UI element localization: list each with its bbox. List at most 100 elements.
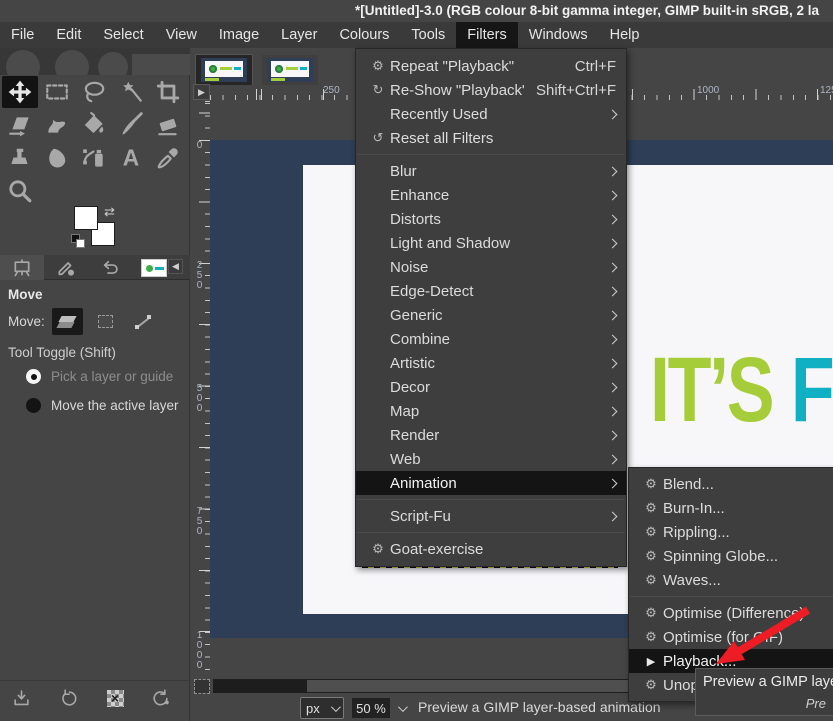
menu-item-reshow[interactable]: ↻ Re-Show "Playback" Shift+Ctrl+F bbox=[356, 78, 626, 102]
move-mode-label: Move: bbox=[8, 314, 45, 329]
zoom-dropdown-button[interactable] bbox=[391, 698, 411, 718]
menu-item-map[interactable]: Map bbox=[356, 399, 626, 423]
menu-item-label: Noise bbox=[390, 259, 601, 276]
menu-separator bbox=[630, 596, 833, 597]
tab-undo-history[interactable] bbox=[88, 255, 132, 280]
warp-transform-tool-button[interactable] bbox=[39, 109, 75, 141]
submenu-item-spinning-globe[interactable]: ⚙Spinning Globe... bbox=[629, 544, 833, 568]
save-icon bbox=[12, 689, 31, 708]
menu-item-decor[interactable]: Decor bbox=[356, 375, 626, 399]
menu-edit[interactable]: Edit bbox=[45, 22, 92, 48]
zoom-level-field[interactable]: 50 % bbox=[352, 698, 390, 718]
move-layer-mode-button[interactable] bbox=[52, 308, 83, 335]
gimp-window: *[Untitled]-3.0 (RGB colour 8-bit gamma … bbox=[0, 0, 833, 721]
menu-item-reset-all-filters[interactable]: ↺ Reset all Filters bbox=[356, 126, 626, 150]
menu-layer[interactable]: Layer bbox=[270, 22, 328, 48]
submenu-item-burn-in[interactable]: ⚙Burn-In... bbox=[629, 496, 833, 520]
menu-filters[interactable]: Filters bbox=[456, 22, 517, 48]
ruler-corner-button[interactable]: ▶ bbox=[193, 84, 210, 100]
move-selection-mode-button[interactable] bbox=[90, 308, 121, 335]
move-icon bbox=[7, 79, 33, 105]
menu-view[interactable]: View bbox=[155, 22, 208, 48]
menu-item-noise[interactable]: Noise bbox=[356, 255, 626, 279]
menu-item-recently-used[interactable]: Recently Used bbox=[356, 102, 626, 126]
save-tool-preset-button[interactable] bbox=[10, 687, 32, 709]
move-tool-button[interactable] bbox=[2, 76, 38, 108]
submenu-chevron-icon bbox=[608, 382, 618, 392]
menu-item-script-fu[interactable]: Script-Fu bbox=[356, 504, 626, 528]
menu-item-repeat[interactable]: ⚙ Repeat "Playback" Ctrl+F bbox=[356, 54, 626, 78]
menu-item-web[interactable]: Web bbox=[356, 447, 626, 471]
wilber-drag-area[interactable] bbox=[0, 48, 190, 75]
tool-options-panel: Move Move: Tool Toggle (Shift) bbox=[0, 281, 189, 420]
menu-help[interactable]: Help bbox=[599, 22, 651, 48]
vertical-ruler[interactable]: 0 250 500 750 1000 bbox=[193, 100, 210, 680]
menu-file[interactable]: File bbox=[0, 22, 45, 48]
default-colours-icon[interactable] bbox=[71, 234, 87, 250]
airbrush-icon bbox=[81, 145, 107, 171]
radio-selected-icon bbox=[26, 369, 41, 384]
airbrush-tool-button[interactable] bbox=[76, 142, 112, 174]
clone-tool-button[interactable] bbox=[2, 142, 38, 174]
menu-item-edge-detect[interactable]: Edge-Detect bbox=[356, 279, 626, 303]
menu-item-generic[interactable]: Generic bbox=[356, 303, 626, 327]
menu-item-label: Animation bbox=[390, 475, 601, 492]
gears-icon: ⚙ bbox=[639, 605, 663, 621]
colour-picker-tool-button[interactable] bbox=[150, 142, 186, 174]
submenu-item-waves[interactable]: ⚙Waves... bbox=[629, 568, 833, 592]
text-tool-button[interactable]: A bbox=[113, 142, 149, 174]
menu-item-animation[interactable]: Animation bbox=[356, 471, 626, 495]
zoom-tool-button[interactable] bbox=[2, 175, 38, 207]
quick-mask-toggle[interactable] bbox=[194, 679, 210, 694]
menu-item-distorts[interactable]: Distorts bbox=[356, 207, 626, 231]
rectangle-select-tool-button[interactable] bbox=[39, 76, 75, 108]
submenu-item-blend[interactable]: ⚙Blend... bbox=[629, 472, 833, 496]
menu-tools[interactable]: Tools bbox=[400, 22, 456, 48]
move-path-mode-button[interactable] bbox=[128, 308, 159, 335]
submenu-item-rippling[interactable]: ⚙Rippling... bbox=[629, 520, 833, 544]
foreground-colour-swatch[interactable] bbox=[74, 206, 98, 230]
eraser-tool-button[interactable] bbox=[150, 109, 186, 141]
menu-image[interactable]: Image bbox=[208, 22, 270, 48]
crop-tool-button[interactable] bbox=[150, 76, 186, 108]
restore-tool-preset-button[interactable] bbox=[58, 687, 80, 709]
undo-arrow-icon bbox=[100, 258, 120, 278]
menu-item-render[interactable]: Render bbox=[356, 423, 626, 447]
menu-item-label: Blur bbox=[390, 163, 601, 180]
menubar: File Edit Select View Image Layer Colour… bbox=[0, 22, 833, 48]
menu-item-combine[interactable]: Combine bbox=[356, 327, 626, 351]
layers-icon bbox=[58, 315, 76, 329]
fuzzy-select-tool-button[interactable] bbox=[113, 76, 149, 108]
shear-tool-button[interactable] bbox=[2, 109, 38, 141]
submenu-item-optimise-gif[interactable]: ⚙Optimise (for GIF) bbox=[629, 625, 833, 649]
menu-item-goat-exercise[interactable]: ⚙ Goat-exercise bbox=[356, 537, 626, 561]
reset-tool-preset-button[interactable] bbox=[149, 687, 171, 709]
menu-item-label: Edge-Detect bbox=[390, 283, 601, 300]
swap-colours-icon[interactable]: ⇄ bbox=[104, 204, 115, 220]
menu-item-label: Repeat "Playback" bbox=[390, 58, 563, 75]
image-tab-1[interactable] bbox=[196, 55, 252, 85]
path-icon bbox=[134, 314, 152, 330]
delete-tool-preset-button[interactable]: × bbox=[104, 687, 126, 709]
menu-item-artistic[interactable]: Artistic bbox=[356, 351, 626, 375]
free-select-tool-button[interactable] bbox=[76, 76, 112, 108]
menu-item-blur[interactable]: Blur bbox=[356, 159, 626, 183]
smudge-tool-button[interactable] bbox=[39, 142, 75, 174]
menu-item-enhance[interactable]: Enhance bbox=[356, 183, 626, 207]
pick-layer-radio-row[interactable]: Pick a layer or guide bbox=[0, 362, 189, 391]
menu-item-light-and-shadow[interactable]: Light and Shadow bbox=[356, 231, 626, 255]
bucket-fill-tool-button[interactable] bbox=[76, 109, 112, 141]
move-active-layer-radio-row[interactable]: Move the active layer bbox=[0, 391, 189, 420]
statusbar-message: Preview a GIMP layer-based animation bbox=[418, 699, 661, 715]
dock-collapse-button[interactable]: ◀ bbox=[168, 259, 183, 274]
menu-windows[interactable]: Windows bbox=[518, 22, 599, 48]
image-tab-2[interactable] bbox=[262, 55, 318, 85]
unit-dropdown[interactable]: px bbox=[300, 697, 344, 719]
menu-select[interactable]: Select bbox=[92, 22, 154, 48]
gears-icon: ⚙ bbox=[639, 572, 663, 588]
paintbrush-tool-button[interactable] bbox=[113, 109, 149, 141]
tab-tool-options[interactable] bbox=[0, 255, 44, 280]
tab-tool-presets[interactable] bbox=[44, 255, 88, 280]
menu-colours[interactable]: Colours bbox=[328, 22, 400, 48]
submenu-item-optimise-difference[interactable]: ⚙Optimise (Difference) bbox=[629, 601, 833, 625]
